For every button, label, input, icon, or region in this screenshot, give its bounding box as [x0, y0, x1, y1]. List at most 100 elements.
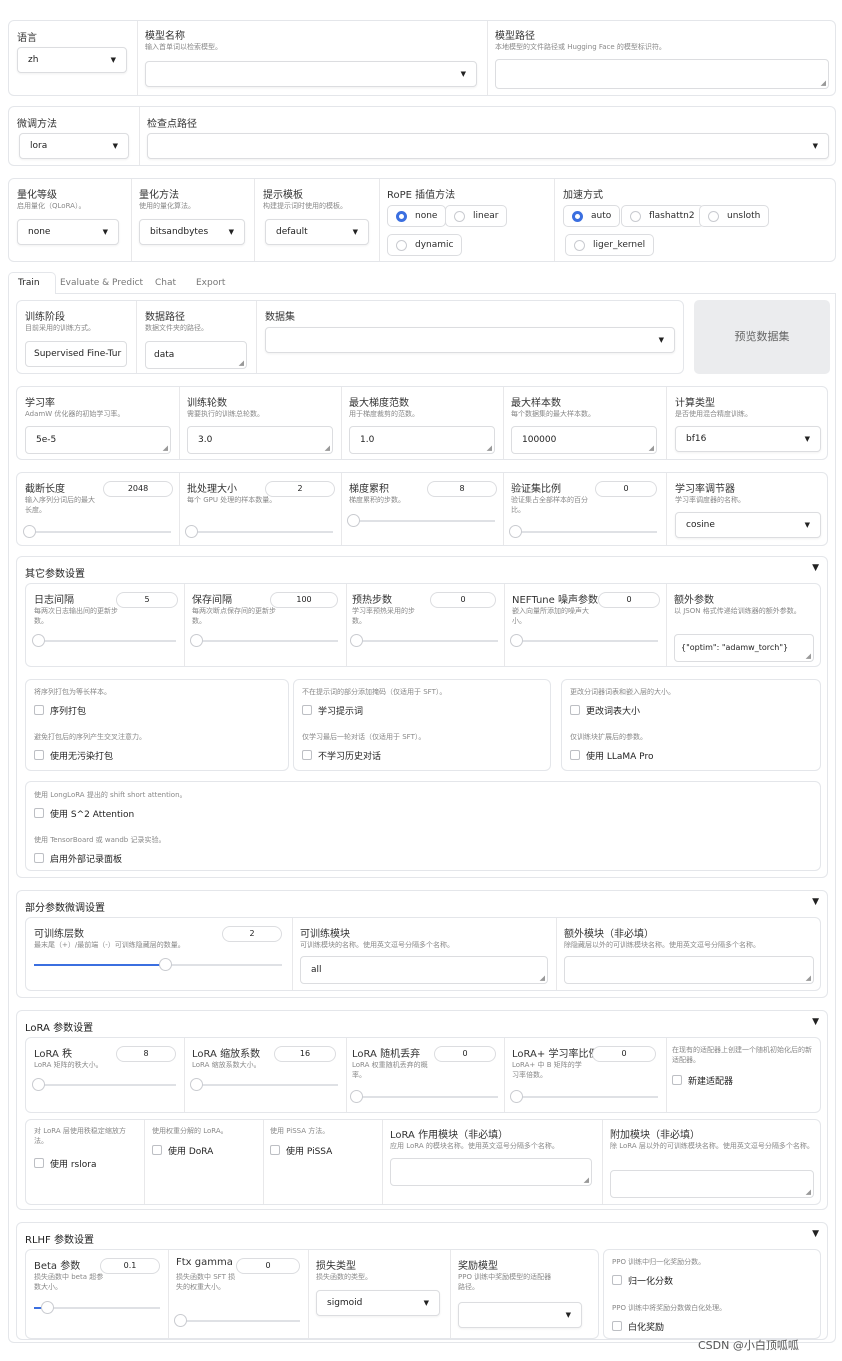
slider-thumb[interactable] — [350, 1090, 363, 1103]
language-dropdown[interactable]: zh ▼ — [17, 47, 127, 73]
save-steps-slider[interactable] — [190, 634, 338, 647]
shift-attn-checkbox[interactable]: 使用 S^2 Attention — [34, 807, 134, 820]
preview-dataset-button[interactable]: 预览数据集 — [694, 300, 830, 374]
lora-alpha-input[interactable]: 16 — [274, 1046, 336, 1062]
grad-accum-slider[interactable] — [347, 514, 495, 527]
pref-beta-slider[interactable] — [34, 1301, 160, 1314]
trainable-layers-slider[interactable] — [34, 958, 282, 971]
freeze-params-title[interactable]: 部分参数微调设置 — [25, 899, 105, 914]
logging-steps-input[interactable]: 5 — [116, 592, 178, 608]
pissa-checkbox[interactable]: 使用 PiSSA — [270, 1144, 332, 1157]
trainable-layers-input[interactable]: 2 — [222, 926, 282, 942]
mask-history-checkbox[interactable]: 不学习历史对话 — [302, 749, 381, 762]
resize-grip-icon[interactable]: ◢ — [806, 652, 811, 660]
dora-checkbox[interactable]: 使用 DoRA — [152, 1144, 213, 1157]
stage-dropdown[interactable]: Supervised Fine-Tur — [25, 341, 127, 367]
resize-grip-icon[interactable]: ◢ — [806, 974, 811, 982]
lora-rank-slider[interactable] — [32, 1078, 176, 1091]
neftune-alpha-slider[interactable] — [510, 634, 658, 647]
packing-checkbox[interactable]: 序列打包 — [34, 704, 86, 717]
resize-grip-icon[interactable]: ◢ — [325, 444, 330, 452]
accel-option-unsloth[interactable]: unsloth — [699, 205, 770, 227]
resize-grip-icon[interactable]: ◢ — [821, 79, 826, 87]
create-new-adapter-checkbox[interactable]: 新建适配器 — [672, 1074, 733, 1087]
resize-grip-icon[interactable]: ◢ — [806, 1188, 811, 1196]
collapse-triangle-icon[interactable]: ▼ — [812, 1017, 819, 1027]
resize-grip-icon[interactable]: ◢ — [584, 1176, 589, 1184]
lr-scheduler-dropdown[interactable]: cosine ▼ — [675, 512, 821, 538]
val-size-input[interactable]: 0 — [595, 481, 657, 497]
model-name-dropdown[interactable]: ▼ — [145, 61, 477, 87]
pref-loss-dropdown[interactable]: sigmoid ▼ — [316, 1290, 440, 1316]
extra-args-input[interactable]: {"optim": "adamw_torch"} ◢ — [674, 634, 814, 662]
rope-option-none[interactable]: none — [387, 205, 447, 227]
ppo-whiten-checkbox[interactable]: 白化奖励 — [612, 1320, 664, 1333]
slider-thumb[interactable] — [32, 1078, 45, 1091]
template-dropdown[interactable]: default ▼ — [265, 219, 369, 245]
quant-bit-dropdown[interactable]: none ▼ — [17, 219, 119, 245]
collapse-triangle-icon[interactable]: ▼ — [812, 563, 819, 573]
quant-method-dropdown[interactable]: bitsandbytes ▼ — [139, 219, 245, 245]
resize-grip-icon[interactable]: ◢ — [163, 444, 168, 452]
tab-evaluate-predict[interactable]: Evaluate & Predict — [60, 278, 143, 288]
tab-train[interactable]: Train — [18, 278, 40, 288]
resize-grip-icon[interactable]: ◢ — [239, 359, 244, 367]
max-samples-input[interactable]: 100000 ◢ — [511, 426, 657, 454]
slider-thumb[interactable] — [23, 525, 36, 538]
pref-ftx-input[interactable]: 0 — [236, 1258, 300, 1274]
lora-dropout-input[interactable]: 0 — [434, 1046, 496, 1062]
batch-size-slider[interactable] — [185, 525, 333, 538]
slider-thumb[interactable] — [32, 634, 45, 647]
pref-beta-input[interactable]: 0.1 — [100, 1258, 160, 1274]
tab-chat[interactable]: Chat — [155, 278, 176, 288]
resize-grip-icon[interactable]: ◢ — [649, 444, 654, 452]
learning-rate-input[interactable]: 5e-5 ◢ — [25, 426, 171, 454]
additional-target-input[interactable]: ◢ — [610, 1170, 814, 1198]
slider-thumb[interactable] — [174, 1314, 187, 1327]
collapse-triangle-icon[interactable]: ▼ — [812, 897, 819, 907]
slider-thumb[interactable] — [510, 634, 523, 647]
loraplus-ratio-input[interactable]: 0 — [592, 1046, 656, 1062]
val-size-slider[interactable] — [509, 525, 657, 538]
warmup-steps-input[interactable]: 0 — [430, 592, 496, 608]
dataset-dropdown[interactable]: ▼ — [265, 327, 675, 353]
grad-accum-input[interactable]: 8 — [427, 481, 497, 497]
slider-thumb[interactable] — [159, 958, 172, 971]
resize-grip-icon[interactable]: ◢ — [487, 444, 492, 452]
slider-thumb[interactable] — [509, 525, 522, 538]
lora-dropout-slider[interactable] — [350, 1090, 498, 1103]
lora-target-input[interactable]: ◢ — [390, 1158, 592, 1186]
other-params-title[interactable]: 其它参数设置 — [25, 565, 85, 580]
logging-steps-slider[interactable] — [32, 634, 176, 647]
checkpoint-path-dropdown[interactable]: ▼ — [147, 133, 829, 159]
accel-option-liger-kernel[interactable]: liger_kernel — [565, 234, 655, 256]
compute-type-dropdown[interactable]: bf16 ▼ — [675, 426, 821, 452]
dataset-dir-input[interactable]: data ◢ — [145, 341, 247, 369]
cutoff-len-slider[interactable] — [23, 525, 171, 538]
save-steps-input[interactable]: 100 — [270, 592, 338, 608]
warmup-steps-slider[interactable] — [350, 634, 498, 647]
ppo-score-norm-checkbox[interactable]: 归一化分数 — [612, 1274, 673, 1287]
slider-thumb[interactable] — [190, 634, 203, 647]
accel-option-auto[interactable]: auto — [563, 205, 621, 227]
llama-pro-checkbox[interactable]: 使用 LLaMA Pro — [570, 749, 653, 762]
collapse-triangle-icon[interactable]: ▼ — [812, 1229, 819, 1239]
slider-thumb[interactable] — [510, 1090, 523, 1103]
accel-option-flashattn2[interactable]: flashattn2 — [621, 205, 704, 227]
slider-thumb[interactable] — [347, 514, 360, 527]
slider-thumb[interactable] — [41, 1301, 54, 1314]
neftune-alpha-input[interactable]: 0 — [598, 592, 660, 608]
epochs-input[interactable]: 3.0 ◢ — [187, 426, 333, 454]
rope-option-linear[interactable]: linear — [445, 205, 508, 227]
lora-alpha-slider[interactable] — [190, 1078, 338, 1091]
neat-packing-checkbox[interactable]: 使用无污染打包 — [34, 749, 113, 762]
rslora-checkbox[interactable]: 使用 rslora — [34, 1157, 96, 1170]
trainable-modules-input[interactable]: all ◢ — [300, 956, 548, 984]
pref-ftx-slider[interactable] — [174, 1314, 300, 1327]
rlhf-params-title[interactable]: RLHF 参数设置 — [25, 1231, 94, 1246]
finetune-method-dropdown[interactable]: lora ▼ — [19, 133, 129, 159]
report-to-checkbox[interactable]: 启用外部记录面板 — [34, 852, 122, 865]
lora-params-title[interactable]: LoRA 参数设置 — [25, 1019, 93, 1034]
slider-thumb[interactable] — [350, 634, 363, 647]
rope-option-dynamic[interactable]: dynamic — [387, 234, 463, 256]
